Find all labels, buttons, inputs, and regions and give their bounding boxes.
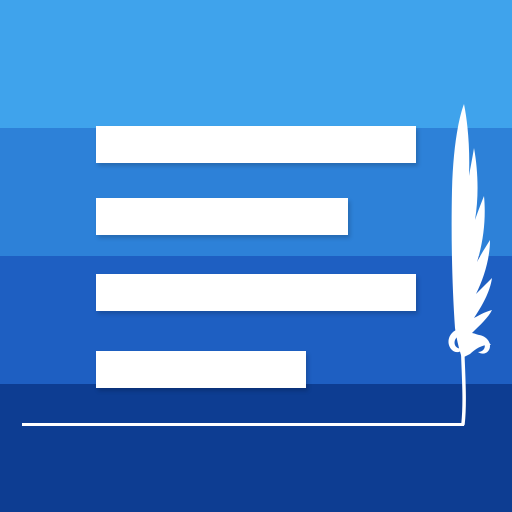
feather-vane	[451, 104, 492, 358]
app-icon	[0, 0, 512, 512]
quill-feather-icon	[448, 104, 492, 426]
